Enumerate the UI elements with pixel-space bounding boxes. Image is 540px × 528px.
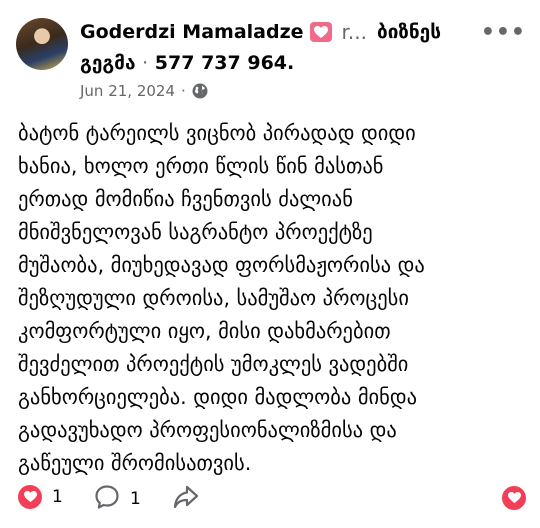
- comment-button[interactable]: 1: [94, 484, 141, 514]
- reaction-count: 1: [52, 487, 63, 507]
- body-line: კომფორტული იყო, მისი დახმარებით: [18, 319, 391, 343]
- love-reaction-icon: [18, 485, 42, 509]
- heart-badge-icon: [309, 22, 332, 42]
- share-button[interactable]: [172, 484, 200, 514]
- reaction-summary[interactable]: 1: [18, 485, 63, 509]
- author-name[interactable]: Goderdzi Mamaladze: [80, 20, 304, 44]
- post-body: ბატონ ტარეილს ვიცნობ პირადად დიდი ხანია,…: [18, 117, 528, 480]
- separator-dot: ·: [142, 52, 149, 74]
- post-meta: Jun 21, 2024 ·: [80, 82, 208, 100]
- body-line: გაწეული შრომისათვის.: [18, 451, 252, 475]
- body-line: მნიშვნელოვან საგრანტო პროექტზე: [18, 220, 373, 244]
- body-line: ხანია, ხოლო ერთი წლის წინ მასთან: [18, 154, 384, 178]
- heart-like-icon: [502, 486, 526, 510]
- like-button[interactable]: [502, 486, 526, 510]
- body-line: მუშაობა, მიუხედავად ფორსმაჟორისა და: [18, 253, 425, 277]
- share-icon: [172, 485, 200, 514]
- globe-icon: [192, 83, 208, 99]
- comment-count: 1: [130, 489, 141, 509]
- group-name-cont: გეგმა: [80, 52, 136, 74]
- comment-icon: [94, 484, 120, 514]
- body-line: შეზღუდული დროისა, სამუშაო პროცესი: [18, 286, 409, 310]
- post-header: Goderdzi Mamaladze r... ბიზნეს: [80, 20, 441, 44]
- group-name-line2[interactable]: გეგმა · 577 737 964.: [80, 51, 294, 75]
- author-avatar[interactable]: [16, 18, 68, 70]
- body-line: განხორციელება. დიდი მადლობა მინდა: [18, 385, 418, 409]
- post-footer: 1 1: [18, 483, 526, 513]
- more-options-icon[interactable]: •••: [481, 20, 526, 45]
- post-date[interactable]: Jun 21, 2024: [80, 82, 175, 100]
- body-line: გადავუხადო პროფესიონალიზმისა და: [18, 418, 397, 442]
- group-arrow-text: r...: [341, 20, 367, 44]
- body-line: ბატონ ტარეილს ვიცნობ პირადად დიდი: [18, 121, 416, 145]
- group-name[interactable]: ბიზნეს: [377, 20, 441, 44]
- body-line: ერთად მომიწია ჩვენთვის ძალიან: [18, 187, 353, 211]
- body-line: შევძელით პროექტის უმოკლეს ვადებში: [18, 352, 409, 376]
- meta-separator: ·: [181, 82, 186, 100]
- group-phone: 577 737 964: [154, 52, 288, 74]
